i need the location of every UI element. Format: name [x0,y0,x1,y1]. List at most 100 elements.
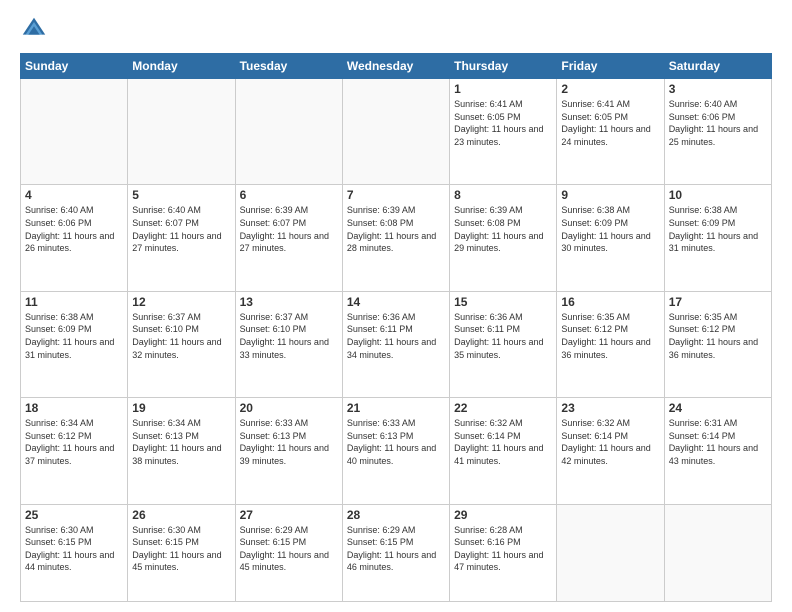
calendar-cell: 16Sunrise: 6:35 AM Sunset: 6:12 PM Dayli… [557,291,664,397]
calendar-cell: 20 Sunrise: 6:33 AM Sunset: 6:13 PM Dayli… [235,398,342,504]
day-number: 5 [132,188,230,202]
day-info: Sunrise: 6:37 AM Sunset: 6:10 PM Dayligh… [240,311,338,361]
calendar-cell [21,79,128,185]
calendar-cell: 3 Sunrise: 6:40 AM Sunset: 6:06 PM Daylig… [664,79,771,185]
calendar-week-row: 1Sunrise: 6:41 AM Sunset: 6:05 PM Daylig… [21,79,772,185]
calendar-cell: 13 Sunrise: 6:37 AM Sunset: 6:10 PM Dayli… [235,291,342,397]
calendar-table: SundayMondayTuesdayWednesdayThursdayFrid… [20,53,772,602]
calendar-cell [342,79,449,185]
day-info: Sunrise: 6:29 AM Sunset: 6:15 PM Dayligh… [347,524,445,574]
day-number: 7 [347,188,445,202]
calendar-cell: 11 Sunrise: 6:38 AM Sunset: 6:09 PM Dayli… [21,291,128,397]
day-info: Sunrise: 6:30 AM Sunset: 6:15 PM Dayligh… [132,524,230,574]
calendar-cell: 21Sunrise: 6:33 AM Sunset: 6:13 PM Dayli… [342,398,449,504]
calendar-cell: 18 Sunrise: 6:34 AM Sunset: 6:12 PM Dayli… [21,398,128,504]
day-info: Sunrise: 6:38 AM Sunset: 6:09 PM Dayligh… [25,311,123,361]
day-number: 12 [132,295,230,309]
day-info: Sunrise: 6:33 AM Sunset: 6:13 PM Dayligh… [347,417,445,467]
weekday-header: Monday [128,54,235,79]
day-info: Sunrise: 6:35 AM Sunset: 6:12 PM Dayligh… [669,311,767,361]
calendar-cell: 28 Sunrise: 6:29 AM Sunset: 6:15 PM Dayli… [342,504,449,601]
weekday-header: Thursday [450,54,557,79]
calendar-cell: 12 Sunrise: 6:37 AM Sunset: 6:10 PM Dayli… [128,291,235,397]
calendar-cell [128,79,235,185]
day-number: 9 [561,188,659,202]
day-number: 27 [240,508,338,522]
day-number: 17 [669,295,767,309]
day-number: 18 [25,401,123,415]
day-number: 24 [669,401,767,415]
calendar-cell: 1Sunrise: 6:41 AM Sunset: 6:05 PM Daylig… [450,79,557,185]
day-number: 28 [347,508,445,522]
day-info: Sunrise: 6:34 AM Sunset: 6:13 PM Dayligh… [132,417,230,467]
day-info: Sunrise: 6:35 AM Sunset: 6:12 PM Dayligh… [561,311,659,361]
calendar-cell [557,504,664,601]
day-info: Sunrise: 6:38 AM Sunset: 6:09 PM Dayligh… [561,204,659,254]
calendar-week-row: 18 Sunrise: 6:34 AM Sunset: 6:12 PM Dayli… [21,398,772,504]
day-number: 8 [454,188,552,202]
calendar-cell: 29Sunrise: 6:28 AM Sunset: 6:16 PM Dayli… [450,504,557,601]
calendar-cell: 8Sunrise: 6:39 AM Sunset: 6:08 PM Daylig… [450,185,557,291]
day-number: 25 [25,508,123,522]
calendar-cell: 17 Sunrise: 6:35 AM Sunset: 6:12 PM Dayli… [664,291,771,397]
day-info: Sunrise: 6:29 AM Sunset: 6:15 PM Dayligh… [240,524,338,574]
calendar-cell: 22 Sunrise: 6:32 AM Sunset: 6:14 PM Dayli… [450,398,557,504]
calendar-cell: 23 Sunrise: 6:32 AM Sunset: 6:14 PM Dayli… [557,398,664,504]
weekday-header: Wednesday [342,54,449,79]
calendar-cell [664,504,771,601]
day-number: 11 [25,295,123,309]
calendar-cell: 15 Sunrise: 6:36 AM Sunset: 6:11 PM Dayli… [450,291,557,397]
day-info: Sunrise: 6:39 AM Sunset: 6:07 PM Dayligh… [240,204,338,254]
day-number: 22 [454,401,552,415]
day-info: Sunrise: 6:32 AM Sunset: 6:14 PM Dayligh… [454,417,552,467]
day-info: Sunrise: 6:40 AM Sunset: 6:06 PM Dayligh… [669,98,767,148]
calendar-week-row: 4 Sunrise: 6:40 AM Sunset: 6:06 PM Daylig… [21,185,772,291]
day-info: Sunrise: 6:36 AM Sunset: 6:11 PM Dayligh… [454,311,552,361]
calendar-cell: 14 Sunrise: 6:36 AM Sunset: 6:11 PM Dayli… [342,291,449,397]
day-info: Sunrise: 6:38 AM Sunset: 6:09 PM Dayligh… [669,204,767,254]
calendar-cell: 25Sunrise: 6:30 AM Sunset: 6:15 PM Dayli… [21,504,128,601]
calendar-cell: 5Sunrise: 6:40 AM Sunset: 6:07 PM Daylig… [128,185,235,291]
calendar-week-row: 25 Sunrise: 6:30 AM Sunset: 6:15 PM Dayli… [21,504,772,601]
calendar-cell: 6 Sunrise: 6:39 AM Sunset: 6:07 PM Daylig… [235,185,342,291]
calendar-cell: 4 Sunrise: 6:40 AM Sunset: 6:06 PM Daylig… [21,185,128,291]
day-info: Sunrise: 6:40 AM Sunset: 6:06 PM Dayligh… [25,204,123,254]
calendar-cell: 24 Sunrise: 6:31 AM Sunset: 6:14 PM Dayli… [664,398,771,504]
weekday-header: Saturday [664,54,771,79]
page: SundayMondayTuesdayWednesdayThursdayFrid… [0,0,792,612]
day-number: 23 [561,401,659,415]
day-number: 2 [561,82,659,96]
day-number: 29 [454,508,552,522]
day-info: Sunrise: 6:36 AM Sunset: 6:11 PM Dayligh… [347,311,445,361]
day-number: 20 [240,401,338,415]
day-info: Sunrise: 6:33 AM Sunset: 6:13 PM Dayligh… [240,417,338,467]
day-number: 10 [669,188,767,202]
day-number: 13 [240,295,338,309]
calendar-cell: 10 Sunrise: 6:38 AM Sunset: 6:09 PM Dayli… [664,185,771,291]
calendar-cell: 7 Sunrise: 6:39 AM Sunset: 6:08 PM Daylig… [342,185,449,291]
calendar-cell: 26 Sunrise: 6:30 AM Sunset: 6:15 PM Dayli… [128,504,235,601]
day-number: 4 [25,188,123,202]
day-info: Sunrise: 6:37 AM Sunset: 6:10 PM Dayligh… [132,311,230,361]
header [20,15,772,43]
day-number: 6 [240,188,338,202]
calendar-header-row: SundayMondayTuesdayWednesdayThursdayFrid… [21,54,772,79]
day-number: 19 [132,401,230,415]
day-number: 3 [669,82,767,96]
logo-icon [20,15,48,43]
calendar-cell: 2Sunrise: 6:41 AM Sunset: 6:05 PM Daylig… [557,79,664,185]
day-info: Sunrise: 6:41 AM Sunset: 6:05 PM Dayligh… [454,98,552,148]
day-info: Sunrise: 6:31 AM Sunset: 6:14 PM Dayligh… [669,417,767,467]
day-info: Sunrise: 6:32 AM Sunset: 6:14 PM Dayligh… [561,417,659,467]
day-info: Sunrise: 6:34 AM Sunset: 6:12 PM Dayligh… [25,417,123,467]
day-info: Sunrise: 6:39 AM Sunset: 6:08 PM Dayligh… [347,204,445,254]
calendar-cell: 27 Sunrise: 6:29 AM Sunset: 6:15 PM Dayli… [235,504,342,601]
calendar-cell: 9 Sunrise: 6:38 AM Sunset: 6:09 PM Daylig… [557,185,664,291]
logo [20,15,52,43]
day-number: 14 [347,295,445,309]
day-number: 26 [132,508,230,522]
calendar-cell [235,79,342,185]
weekday-header: Friday [557,54,664,79]
calendar-cell: 19 Sunrise: 6:34 AM Sunset: 6:13 PM Dayli… [128,398,235,504]
day-number: 15 [454,295,552,309]
